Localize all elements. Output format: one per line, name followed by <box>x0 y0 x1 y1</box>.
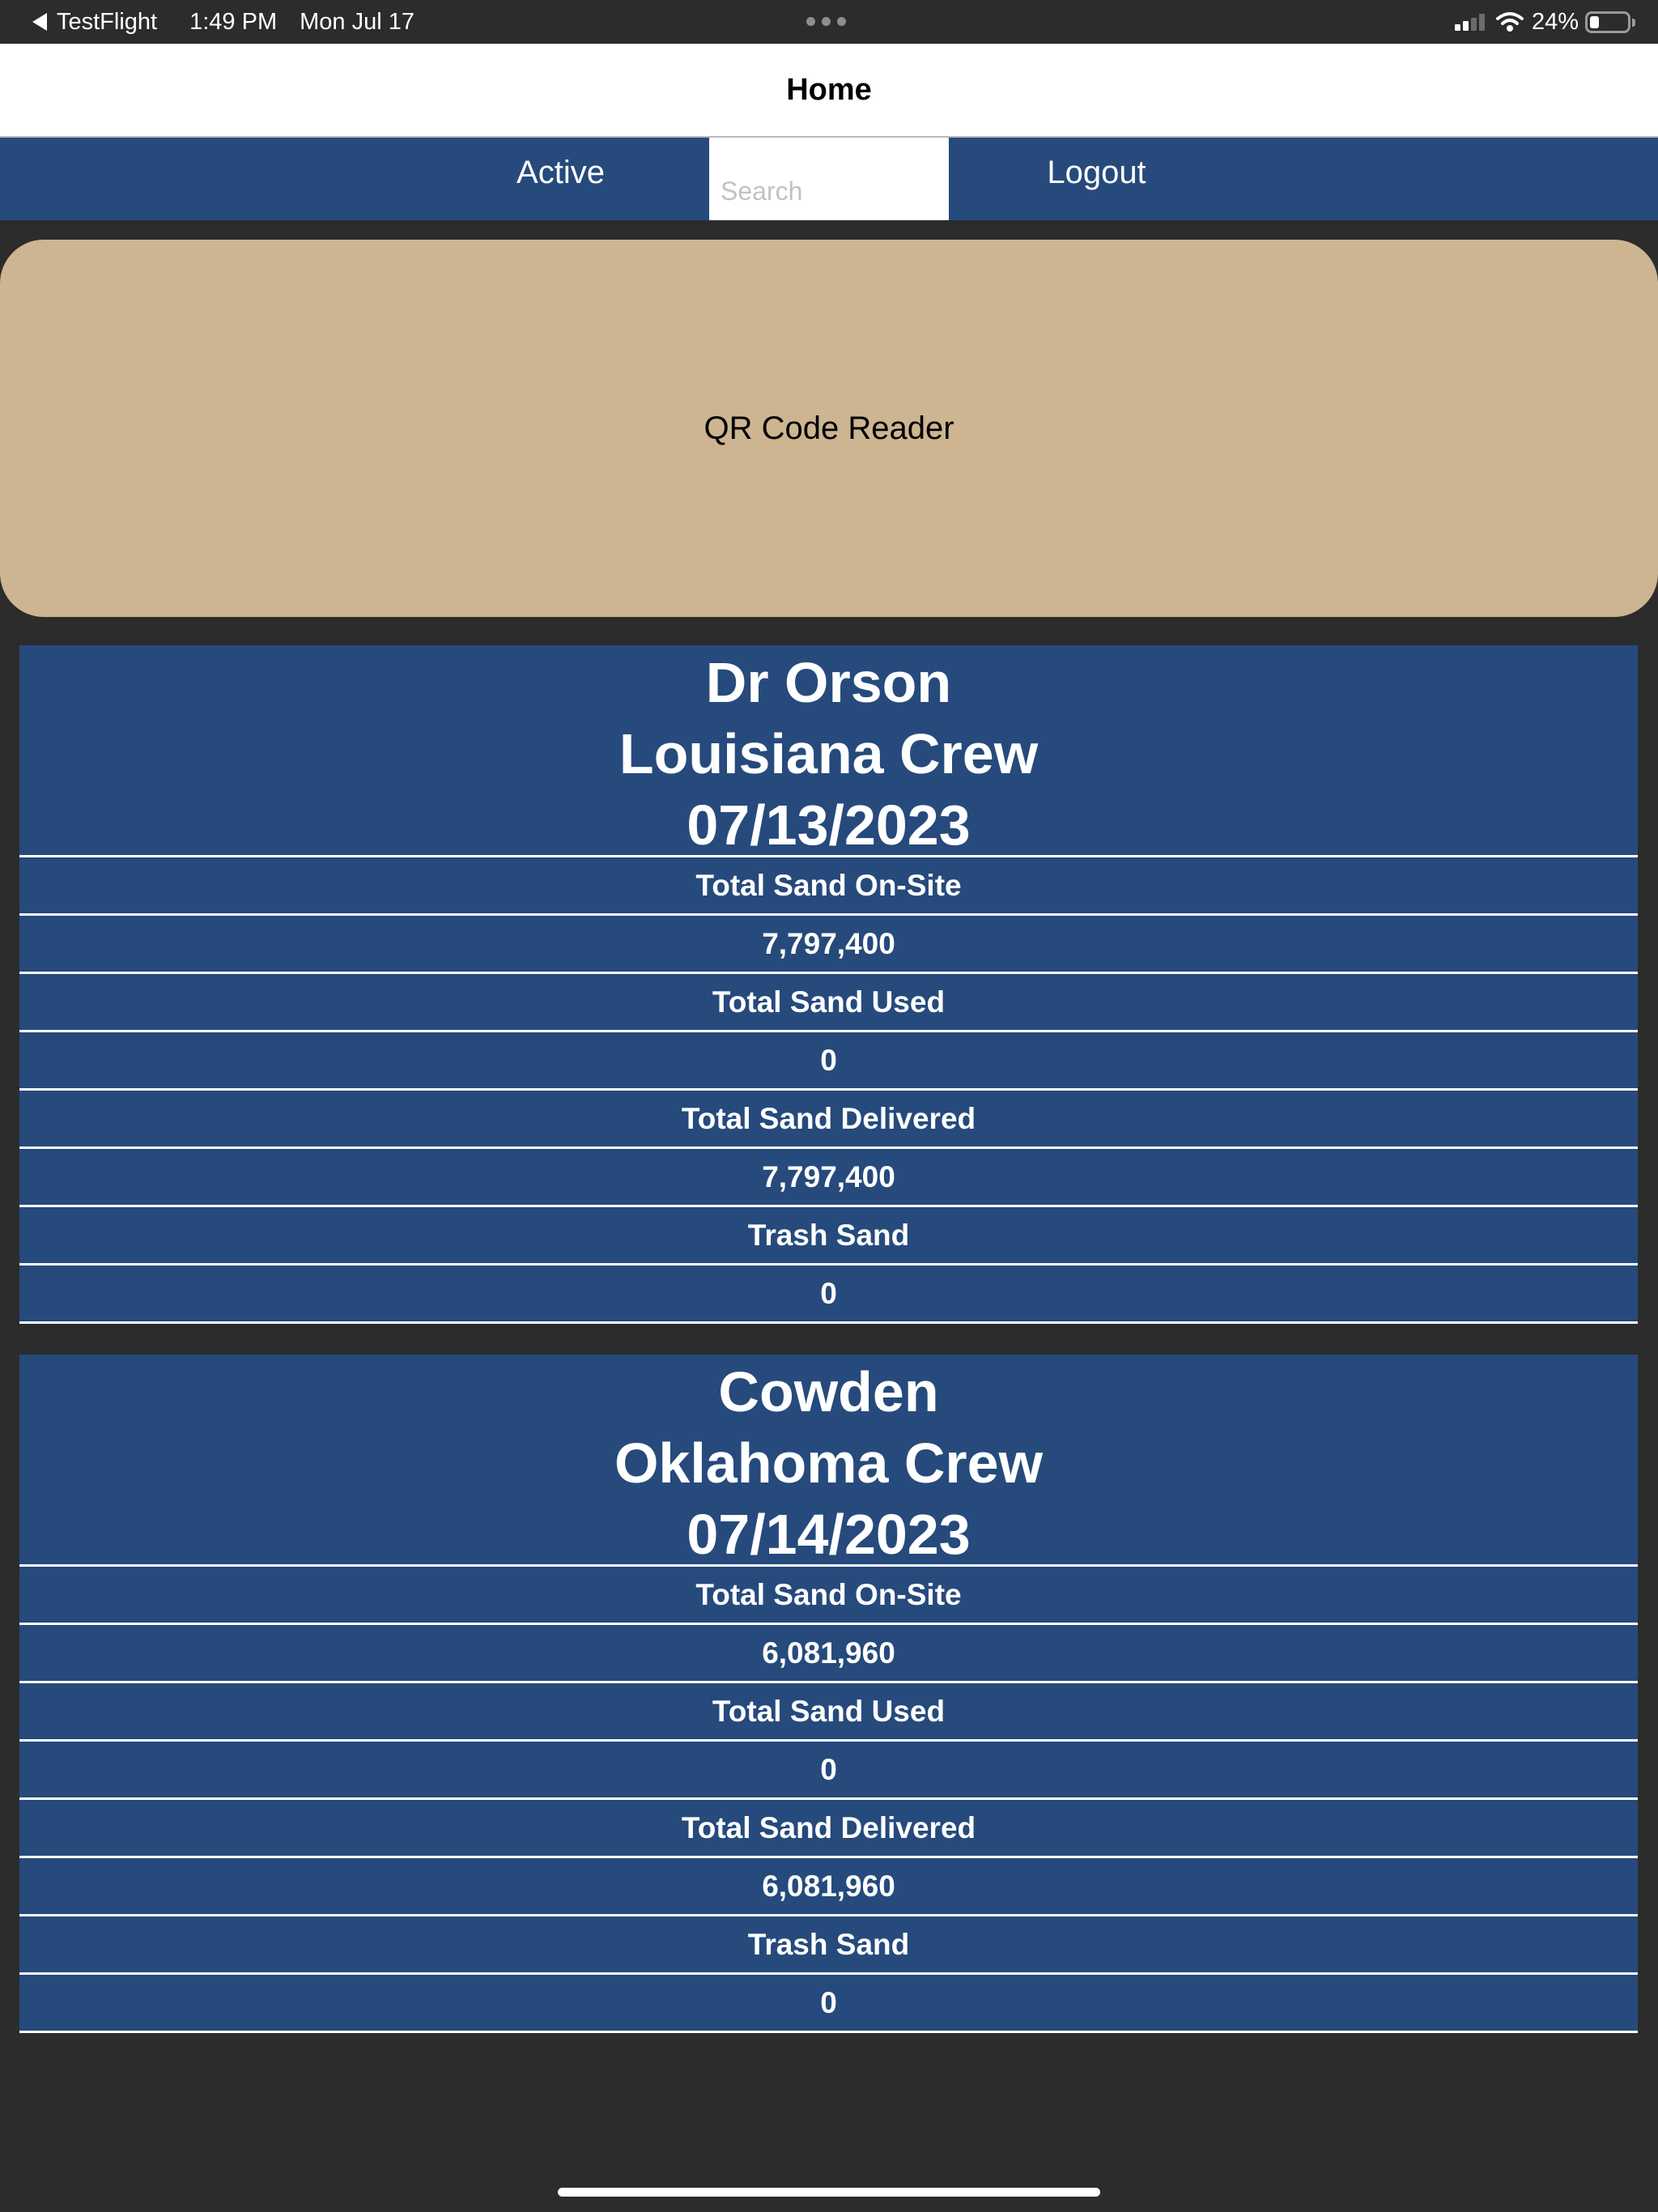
total-sand-used-label: Total Sand Used <box>19 1683 1638 1742</box>
battery-fill <box>1590 15 1599 28</box>
site-date: 07/14/2023 <box>687 1503 971 1566</box>
site-card-header: Cowden Oklahoma Crew 07/14/2023 <box>19 1355 1638 1567</box>
status-left[interactable]: TestFlight 1:49 PM Mon Jul 17 <box>32 8 414 36</box>
search-input[interactable] <box>709 138 949 220</box>
site-crew: Louisiana Crew <box>619 722 1039 785</box>
status-bar: TestFlight 1:49 PM Mon Jul 17 24% <box>0 0 1658 44</box>
home-indicator[interactable] <box>558 2188 1100 2197</box>
total-sand-on-site-label: Total Sand On-Site <box>19 1567 1638 1625</box>
site-date: 07/13/2023 <box>687 793 971 857</box>
dot <box>822 17 831 26</box>
site-card[interactable]: Dr Orson Louisiana Crew 07/13/2023 Total… <box>19 645 1638 1324</box>
toolbar: Active Logout <box>0 138 1658 220</box>
total-sand-delivered-label: Total Sand Delivered <box>19 1091 1638 1149</box>
trash-sand-value: 0 <box>19 1975 1638 2033</box>
signal-bar <box>1454 24 1460 31</box>
status-right: 24% <box>1454 8 1635 36</box>
back-app-label[interactable]: TestFlight <box>57 9 157 36</box>
status-time: 1:49 PM <box>189 8 278 35</box>
signal-bar <box>1470 18 1477 31</box>
dot <box>837 17 846 26</box>
page-title: Home <box>786 72 872 107</box>
battery-percent: 24% <box>1531 8 1579 35</box>
site-name: Dr Orson <box>705 651 952 714</box>
trash-sand-label: Trash Sand <box>19 1916 1638 1975</box>
site-name: Cowden <box>718 1360 939 1423</box>
total-sand-on-site-value: 6,081,960 <box>19 1625 1638 1683</box>
wifi-icon <box>1495 12 1524 32</box>
active-button[interactable]: Active <box>453 138 668 207</box>
total-sand-on-site-value: 7,797,400 <box>19 916 1638 974</box>
total-sand-used-value: 0 <box>19 1032 1638 1091</box>
site-card[interactable]: Cowden Oklahoma Crew 07/14/2023 Total Sa… <box>19 1355 1638 2033</box>
site-card-header: Dr Orson Louisiana Crew 07/13/2023 <box>19 645 1638 857</box>
signal-bar <box>1462 21 1469 31</box>
trash-sand-label: Trash Sand <box>19 1207 1638 1266</box>
total-sand-delivered-value: 7,797,400 <box>19 1149 1638 1207</box>
dot <box>806 17 815 26</box>
more-dots-icon[interactable] <box>806 17 846 26</box>
total-sand-on-site-label: Total Sand On-Site <box>19 857 1638 916</box>
status-date: Mon Jul 17 <box>300 8 414 35</box>
qr-code-reader-button[interactable]: QR Code Reader <box>0 240 1658 617</box>
total-sand-delivered-value: 6,081,960 <box>19 1858 1638 1916</box>
trash-sand-value: 0 <box>19 1266 1638 1324</box>
signal-bar <box>1478 14 1485 31</box>
back-arrow-icon[interactable] <box>32 13 47 31</box>
site-crew: Oklahoma Crew <box>614 1431 1044 1495</box>
qr-code-reader-label: QR Code Reader <box>704 410 954 446</box>
signal-icon <box>1454 13 1485 31</box>
navigation-bar: Home <box>0 44 1658 138</box>
total-sand-delivered-label: Total Sand Delivered <box>19 1800 1638 1858</box>
logout-button[interactable]: Logout <box>989 138 1204 207</box>
total-sand-used-value: 0 <box>19 1742 1638 1800</box>
battery-icon <box>1585 11 1635 33</box>
total-sand-used-label: Total Sand Used <box>19 974 1638 1032</box>
